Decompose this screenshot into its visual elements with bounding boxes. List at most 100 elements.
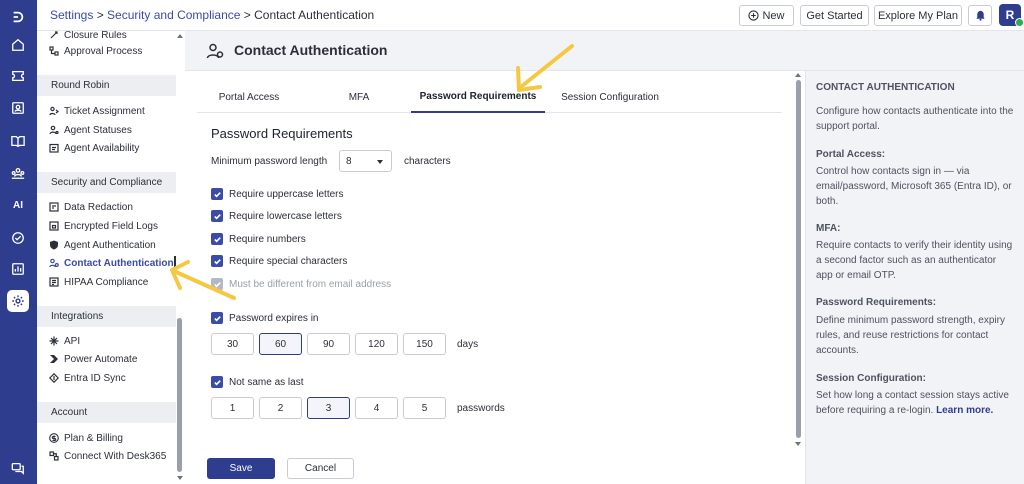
- sidebar-item-connect-with-desk365[interactable]: Connect With Desk365: [49, 448, 166, 464]
- help-portal-text: Control how contacts sign in — via email…: [816, 166, 1012, 207]
- chat-icon[interactable]: [7, 457, 29, 479]
- community-icon[interactable]: [7, 162, 29, 184]
- tasks-icon[interactable]: [7, 227, 29, 249]
- expiry-option-150[interactable]: 150: [403, 333, 446, 355]
- cancel-button[interactable]: Cancel: [287, 458, 354, 479]
- reports-icon[interactable]: [7, 258, 29, 280]
- content-scrollbar[interactable]: [796, 80, 801, 438]
- sidebar-item-label: Contact Authentication: [64, 257, 174, 269]
- days-label: days: [457, 339, 479, 350]
- content-scroll-down[interactable]: [795, 442, 801, 446]
- sidebar-item-agent-availability[interactable]: Agent Availability: [49, 140, 139, 156]
- tab-bar: Portal Access MFA Password Requirements …: [197, 81, 782, 113]
- expiry-option-90[interactable]: 90: [307, 333, 350, 355]
- sidebar-item-power-automate[interactable]: Power Automate: [49, 351, 137, 367]
- history-option-5[interactable]: 5: [403, 397, 446, 419]
- tickets-icon[interactable]: [7, 65, 29, 87]
- tab-session-configuration[interactable]: Session Configuration: [549, 81, 671, 113]
- content-scroll-up[interactable]: [795, 73, 801, 77]
- approval-process-icon: [49, 46, 59, 56]
- different-from-email-checkbox: Must be different from email address: [211, 278, 391, 290]
- knowledge-base-icon[interactable]: [7, 130, 29, 152]
- help-password-heading: Password Requirements:: [816, 297, 937, 308]
- sidebar-scroll-up[interactable]: [177, 34, 183, 38]
- sidebar-scrollbar[interactable]: [177, 318, 182, 472]
- contacts-icon[interactable]: [7, 97, 29, 119]
- online-status-dot: [1015, 18, 1024, 27]
- tab-portal-access[interactable]: Portal Access: [197, 81, 301, 113]
- require-uppercase-checkbox[interactable]: Require uppercase letters: [211, 188, 344, 200]
- history-option-2[interactable]: 2: [259, 397, 302, 419]
- entra-id-icon: [49, 373, 59, 383]
- learn-more-link[interactable]: Learn more.: [936, 405, 993, 416]
- sidebar-scroll-down[interactable]: [177, 476, 183, 480]
- help-session-heading: Session Configuration:: [816, 373, 926, 384]
- sidebar-item-ticket-assignment[interactable]: Ticket Assignment: [49, 103, 145, 119]
- sidebar-item-encrypted-field-logs[interactable]: Encrypted Field Logs: [49, 218, 158, 234]
- sidebar-item-agent-statuses[interactable]: Agent Statuses: [49, 122, 132, 138]
- help-session-text: Set how long a contact session stays act…: [816, 388, 1014, 418]
- bell-icon: [975, 10, 985, 21]
- expiry-option-60[interactable]: 60: [259, 333, 302, 355]
- expiry-option-30[interactable]: 30: [211, 333, 254, 355]
- sidebar-item-label: Closure Rules: [64, 31, 127, 41]
- sidebar-item-data-redaction[interactable]: Data Redaction: [49, 199, 133, 215]
- sidebar-item-closure-rules[interactable]: Closure Rules: [49, 31, 127, 43]
- breadcrumb-current: Contact Authentication: [254, 8, 375, 22]
- home-icon[interactable]: [7, 34, 29, 56]
- not-same-as-last-checkbox[interactable]: Not same as last: [211, 376, 303, 388]
- link-icon: [49, 451, 59, 461]
- dollar-icon: [49, 433, 59, 443]
- sidebar-item-contact-authentication[interactable]: Contact Authentication: [49, 255, 174, 271]
- password-expires-checkbox[interactable]: Password expires in: [211, 312, 318, 324]
- ai-icon[interactable]: AI: [7, 194, 29, 216]
- min-length-select[interactable]: 8: [339, 150, 392, 172]
- sidebar-item-plan-and-billing[interactable]: Plan & Billing: [49, 430, 123, 446]
- save-button[interactable]: Save: [207, 458, 275, 479]
- sidebar-item-label: Approval Process: [64, 45, 143, 57]
- closure-rules-icon: [50, 31, 58, 39]
- sidebar-item-hipaa-compliance[interactable]: HIPAA Compliance: [49, 274, 148, 290]
- sidebar-item-label: Connect With Desk365: [64, 450, 167, 462]
- tab-mfa[interactable]: MFA: [307, 81, 411, 113]
- sidebar-item-label: Plan & Billing: [64, 432, 123, 444]
- history-option-4[interactable]: 4: [355, 397, 398, 419]
- api-icon: [49, 336, 59, 346]
- sidebar-item-api[interactable]: API: [49, 333, 80, 349]
- help-intro: Configure how contacts authenticate into…: [816, 106, 1014, 132]
- top-header: Settings > Security and Compliance > Con…: [37, 0, 1024, 31]
- checkbox-label: Require uppercase letters: [229, 188, 344, 200]
- sidebar-item-label: Ticket Assignment: [64, 105, 145, 117]
- sidebar-item-approval-process[interactable]: Approval Process: [49, 43, 142, 59]
- new-button[interactable]: New: [739, 5, 794, 26]
- min-length-label: Minimum password length: [211, 156, 328, 167]
- sidebar-item-label: Entra ID Sync: [64, 372, 126, 384]
- checkbox-checked-icon: [211, 278, 223, 290]
- expiry-option-120[interactable]: 120: [355, 333, 398, 355]
- tab-password-requirements[interactable]: Password Requirements: [411, 81, 545, 113]
- checkbox-checked-icon: [211, 312, 223, 324]
- sidebar-item-agent-authentication[interactable]: Agent Authentication: [49, 237, 156, 253]
- sidebar-item-label: Encrypted Field Logs: [64, 220, 158, 232]
- help-portal-heading: Portal Access:: [816, 149, 886, 160]
- settings-gear-icon[interactable]: [7, 290, 29, 312]
- explore-my-plan-button[interactable]: Explore My Plan: [874, 5, 962, 26]
- breadcrumb-security[interactable]: Security and Compliance: [107, 8, 240, 22]
- require-special-characters-checkbox[interactable]: Require special characters: [211, 255, 347, 267]
- chevron-down-icon: [377, 160, 383, 164]
- desk365-logo-icon[interactable]: [7, 6, 29, 28]
- checkbox-label: Must be different from email address: [229, 278, 392, 290]
- require-numbers-checkbox[interactable]: Require numbers: [211, 233, 306, 245]
- page-title: Contact Authentication: [234, 42, 388, 58]
- notifications-button[interactable]: [968, 5, 992, 26]
- history-option-3[interactable]: 3: [307, 397, 350, 419]
- history-option-1[interactable]: 1: [211, 397, 254, 419]
- get-started-button[interactable]: Get Started: [800, 5, 869, 26]
- sidebar-item-label: HIPAA Compliance: [64, 276, 149, 288]
- sidebar-item-entra-id-sync[interactable]: Entra ID Sync: [49, 370, 126, 386]
- breadcrumb: Settings > Security and Compliance > Con…: [50, 8, 374, 22]
- form-footer: Save Cancel: [185, 455, 792, 484]
- require-lowercase-checkbox[interactable]: Require lowercase letters: [211, 210, 342, 222]
- checkbox-checked-icon: [211, 255, 223, 267]
- breadcrumb-settings[interactable]: Settings: [50, 8, 93, 22]
